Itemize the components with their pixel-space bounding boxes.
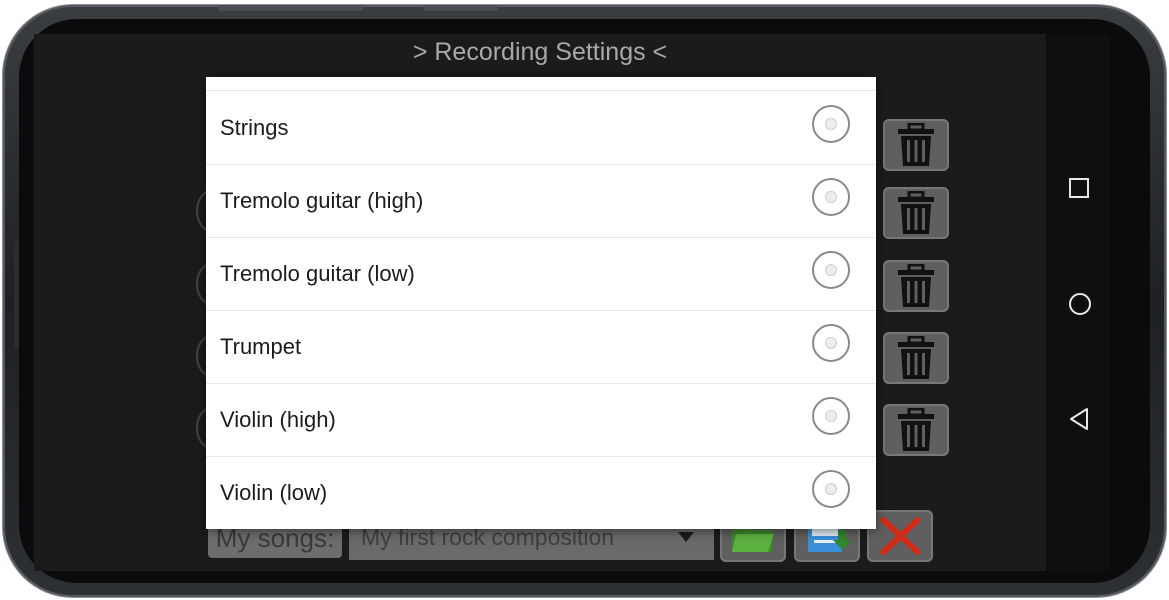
instrument-option-label: Violin (low) xyxy=(220,480,328,505)
delete-track-button[interactable] xyxy=(883,332,949,384)
instrument-option-label: Tremolo guitar (high) xyxy=(220,188,424,213)
radio-button[interactable] xyxy=(812,105,850,143)
radio-button[interactable] xyxy=(812,251,850,289)
radio-button[interactable] xyxy=(812,324,850,362)
instrument-option[interactable]: Strings xyxy=(206,91,876,165)
delete-track-button[interactable] xyxy=(883,404,949,456)
delete-track-button[interactable] xyxy=(883,187,949,239)
circle-icon xyxy=(1069,293,1091,315)
recents-button[interactable] xyxy=(1067,176,1091,200)
instrument-option[interactable]: Tremolo guitar (high) xyxy=(206,164,876,238)
delete-track-button[interactable] xyxy=(883,119,949,171)
trash-icon xyxy=(898,336,934,379)
instrument-option-label: Violin (high) xyxy=(220,407,336,432)
trash-icon xyxy=(898,191,934,234)
radio-button[interactable] xyxy=(812,470,850,508)
chevron-down-icon xyxy=(678,532,694,542)
instrument-option[interactable]: Tremolo guitar (low) xyxy=(206,237,876,311)
home-button[interactable] xyxy=(1067,291,1091,315)
radio-button[interactable] xyxy=(812,178,850,216)
volume-button xyxy=(218,5,363,11)
instrument-option-label: Tremolo guitar (low) xyxy=(220,261,415,286)
trash-icon xyxy=(898,408,934,451)
radio-button[interactable] xyxy=(812,397,850,435)
trash-icon xyxy=(898,264,934,307)
close-x-icon xyxy=(880,517,920,555)
delete-track-button[interactable] xyxy=(883,260,949,312)
instrument-option[interactable]: Trumpet xyxy=(206,310,876,384)
triangle-back-icon xyxy=(1070,408,1088,430)
android-nav-bar xyxy=(1047,34,1110,571)
instrument-option-label: Strings xyxy=(220,115,289,140)
power-button xyxy=(423,5,498,11)
trash-icon xyxy=(898,123,934,166)
square-icon xyxy=(1069,178,1089,198)
instrument-option[interactable]: Violin (high) xyxy=(206,383,876,457)
close-button[interactable] xyxy=(867,510,933,562)
page-title: > Recording Settings < xyxy=(412,38,668,66)
instrument-option[interactable]: Violin (low) xyxy=(206,456,876,529)
instrument-option-label: Trumpet xyxy=(220,334,302,359)
instrument-picker-dialog: Strings Tremolo guitar (high) Tremolo gu… xyxy=(206,77,876,529)
back-button[interactable] xyxy=(1067,406,1091,430)
